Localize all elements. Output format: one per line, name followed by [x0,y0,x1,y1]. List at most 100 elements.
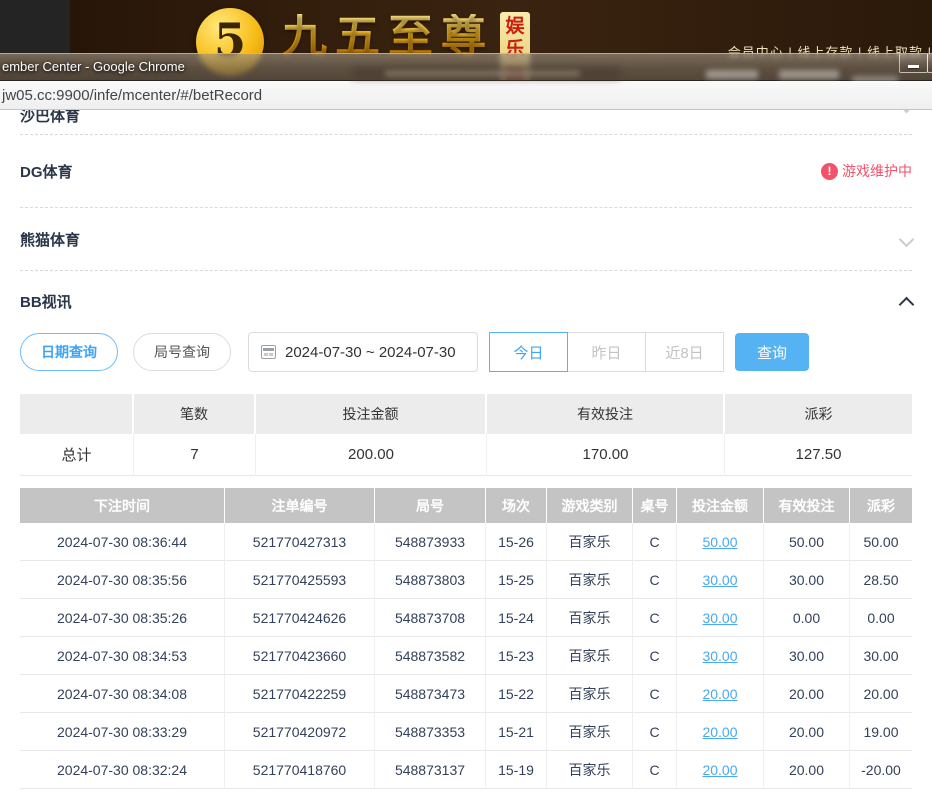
table-cell: 百家乐 [547,675,633,713]
table-cell: 15-21 [486,713,547,751]
summary-total-row: 总计 7 200.00 170.00 127.50 [20,434,912,476]
table-row: 2024-07-30 08:36:44521770427313548873933… [20,523,912,561]
table-cell: 548873582 [375,637,486,675]
table-header-cell: 桌号 [633,488,677,523]
table-cell: 2024-07-30 08:33:29 [20,713,225,751]
table-cell: 50.00 [850,523,912,561]
filter-toolbar: 日期查询 局号查询 2024-07-30 ~ 2024-07-30 今日 昨日 … [20,332,912,372]
accordion-dg-sports[interactable]: DG体育 ! 游戏维护中 [20,135,912,208]
table-cell: 15-23 [486,637,547,675]
bet-amount-link[interactable]: 20.00 [702,724,737,740]
table-cell: 20.00 [677,751,764,789]
table-cell: 521770427313 [225,523,375,561]
bet-amount-link[interactable]: 30.00 [702,610,737,626]
table-cell: 15-22 [486,675,547,713]
table-row: 2024-07-30 08:35:26521770424626548873708… [20,599,912,637]
table-header-cell: 游戏类别 [547,488,633,523]
table-cell: C [633,751,677,789]
bet-amount-link[interactable]: 20.00 [702,762,737,778]
table-cell: 0.00 [850,599,912,637]
calendar-icon [261,345,276,359]
window-titlebar[interactable]: ember Center - Google Chrome [0,53,932,81]
table-row: 2024-07-30 08:33:29521770420972548873353… [20,713,912,751]
minimize-button[interactable] [899,54,928,73]
table-cell: 548873473 [375,675,486,713]
table-cell: 15-19 [486,751,547,789]
table-cell: 百家乐 [547,713,633,751]
table-cell: 28.50 [850,561,912,599]
table-cell: 百家乐 [547,561,633,599]
maximize-button[interactable] [927,54,932,73]
table-cell: 30.00 [677,637,764,675]
table-header-cell: 注单编号 [225,488,375,523]
window-title: ember Center - Google Chrome [2,54,185,80]
table-cell: 2024-07-30 08:35:56 [20,561,225,599]
summary-total-label: 总计 [20,434,134,476]
table-cell: 百家乐 [547,637,633,675]
summary-bet-amount: 200.00 [256,434,487,476]
table-cell: 548873353 [375,713,486,751]
table-cell: 20.00 [764,713,850,751]
round-query-tab[interactable]: 局号查询 [133,333,231,371]
table-row: 2024-07-30 08:35:56521770425593548873803… [20,561,912,599]
glass-blur-artifact [352,67,620,79]
table-cell: 30.00 [677,561,764,599]
table-cell: 521770424626 [225,599,375,637]
table-cell: 百家乐 [547,523,633,561]
table-header-cell: 场次 [486,488,547,523]
table-cell: 50.00 [677,523,764,561]
bet-record-table: 下注时间注单编号局号场次游戏类别桌号投注金额有效投注派彩 2024-07-30 … [20,488,912,789]
today-button[interactable]: 今日 [489,332,568,372]
yesterday-button[interactable]: 昨日 [567,332,646,372]
summary-table: 笔数 投注金额 有效投注 派彩 总计 7 200.00 170.00 127.5… [20,394,912,476]
table-cell: 百家乐 [547,599,633,637]
url-text[interactable]: jw05.cc:9900/infe/mcenter/#/betRecord [2,87,262,104]
maintenance-text: 游戏维护中 [842,161,912,181]
last8days-button[interactable]: 近8日 [645,332,724,372]
summary-header-row: 笔数 投注金额 有效投注 派彩 [20,394,912,434]
table-cell: 30.00 [677,599,764,637]
minimize-icon [908,65,919,68]
table-cell: C [633,561,677,599]
table-cell: 15-25 [486,561,547,599]
summary-header-cell: 有效投注 [487,394,725,434]
logo-badge-char: 娱 [506,16,525,38]
bet-amount-link[interactable]: 30.00 [702,572,737,588]
accordion-panda-sports[interactable]: 熊猫体育 [20,208,912,271]
table-row: 2024-07-30 08:34:53521770423660548873582… [20,637,912,675]
glass-blur-artifact [706,70,758,79]
table-header-cell: 投注金额 [677,488,764,523]
table-cell: 548873933 [375,523,486,561]
table-row: 2024-07-30 08:34:08521770422259548873473… [20,675,912,713]
table-cell: 20.00 [850,675,912,713]
address-bar[interactable]: jw05.cc:9900/infe/mcenter/#/betRecord [0,81,932,110]
table-body: 2024-07-30 08:36:44521770427313548873933… [20,523,912,789]
bet-amount-link[interactable]: 30.00 [702,648,737,664]
table-cell: 30.00 [764,561,850,599]
accordion-bb-video[interactable]: BB视讯 [20,271,912,331]
table-cell: C [633,523,677,561]
table-cell: 0.00 [764,599,850,637]
table-cell: 521770422259 [225,675,375,713]
chevron-up-icon [899,296,915,312]
table-cell: 2024-07-30 08:35:26 [20,599,225,637]
date-range-input[interactable]: 2024-07-30 ~ 2024-07-30 [248,332,478,372]
table-cell: C [633,675,677,713]
table-cell: 20.00 [677,675,764,713]
bet-amount-link[interactable]: 20.00 [702,686,737,702]
search-button[interactable]: 查询 [735,333,809,371]
table-cell: -20.00 [850,751,912,789]
bet-amount-link[interactable]: 50.00 [702,534,737,550]
table-cell: 2024-07-30 08:32:24 [20,751,225,789]
date-query-tab[interactable]: 日期查询 [20,333,118,371]
table-header-cell: 下注时间 [20,488,225,523]
accordion-saba-sports[interactable]: 沙巴体育 [20,110,912,135]
summary-header-cell: 派彩 [725,394,912,434]
table-cell: 521770425593 [225,561,375,599]
table-header-cell: 有效投注 [764,488,850,523]
header-left-strip [0,0,70,53]
summary-count: 7 [134,434,256,476]
table-cell: 15-26 [486,523,547,561]
page-content: 沙巴体育 DG体育 ! 游戏维护中 熊猫体育 BB视讯 日期查询 局号查询 20… [0,110,932,805]
table-cell: 20.00 [764,751,850,789]
